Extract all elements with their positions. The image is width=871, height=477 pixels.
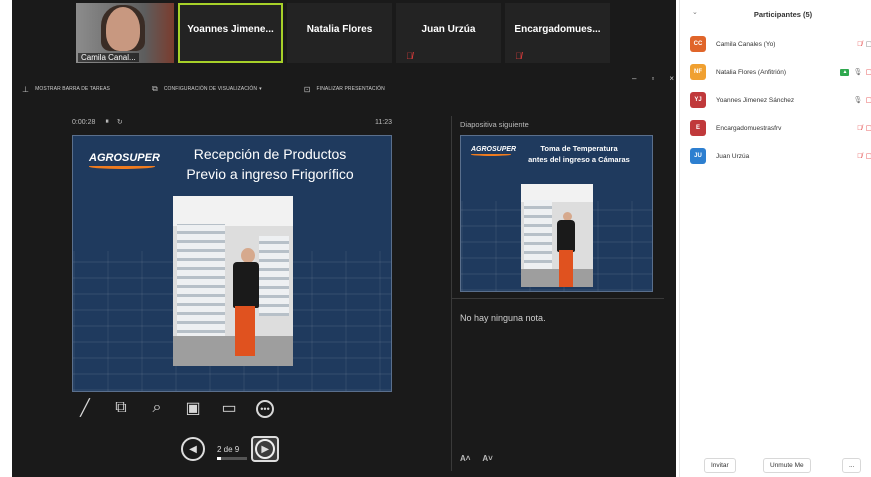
timer-row: 0:00:28 ⏸ ↻ 11:23 bbox=[72, 118, 392, 126]
avatar: YJ bbox=[690, 92, 706, 108]
video-tile-name: Natalia Flores bbox=[306, 23, 373, 35]
video-off-icon[interactable]: ▢ bbox=[865, 40, 871, 48]
video-tile-speaker[interactable]: Yoannes Jimene... bbox=[178, 3, 283, 63]
mic-icon[interactable]: 🎙 bbox=[853, 96, 862, 104]
video-off-icon[interactable]: ▢ bbox=[865, 152, 871, 160]
increase-font-icon[interactable]: A˄ bbox=[460, 454, 470, 463]
next-slide-title: Toma de Temperatura antes del ingreso a … bbox=[528, 144, 630, 164]
participant-name: Juan Urzúa bbox=[716, 152, 750, 160]
end-presentation-button[interactable]: ⊡ FINALIZAR PRESENTACIÓN bbox=[304, 85, 385, 94]
slide-tools: ╱ ⧉ ⌕ ▣ ▭ ••• bbox=[74, 398, 290, 418]
current-slide: AGROSUPER Recepción de Productos Previo … bbox=[72, 135, 392, 392]
next-slide-photo bbox=[521, 184, 593, 287]
video-tile-name: Camila Canal... bbox=[78, 53, 139, 62]
notes-font-size-controls: A˄ A˅ bbox=[460, 454, 503, 463]
taskbar-icon: ⊥ bbox=[22, 84, 30, 94]
participant-name: Encargadomuestrasfrv bbox=[716, 124, 782, 132]
video-tile-name: Encargadomues... bbox=[514, 23, 601, 35]
mic-off-icon: 🎙̸ bbox=[406, 51, 413, 61]
show-taskbar-button[interactable]: ⊥ MOSTRAR BARRA DE TAREAS bbox=[22, 85, 110, 94]
participants-title: Participantes (5) bbox=[753, 10, 813, 19]
video-off-icon[interactable]: ▢ bbox=[865, 124, 871, 132]
participant-row[interactable]: CC Camila Canales (Yo) 🎙̸ ▢ bbox=[690, 35, 871, 53]
next-slide-preview[interactable]: AGROSUPER Toma de Temperatura antes del … bbox=[460, 135, 653, 292]
participants-panel: ⌄ Participantes (5) CC Camila Canales (Y… bbox=[679, 0, 871, 477]
slide-pager: ◀ 2 de 9 ▶ bbox=[181, 436, 280, 462]
chevron-down-icon[interactable]: ⌄ bbox=[692, 8, 698, 16]
zoom-icon[interactable]: ⌕ bbox=[146, 399, 168, 417]
participant-row[interactable]: YJ Yoannes Jimenez Sánchez 🎙 ▢ bbox=[690, 91, 871, 109]
agrosuper-logo: AGROSUPER bbox=[89, 152, 160, 169]
clock: 11:23 bbox=[375, 118, 392, 126]
video-tile-name: Yoannes Jimene... bbox=[187, 23, 274, 35]
more-button[interactable]: ... bbox=[842, 458, 862, 473]
video-off-icon[interactable]: ▢ bbox=[865, 68, 871, 76]
previous-slide-button[interactable]: ◀ bbox=[181, 437, 205, 461]
video-tile[interactable]: Natalia Flores bbox=[287, 3, 392, 63]
avatar: CC bbox=[690, 36, 706, 52]
video-tile[interactable]: Encargadomues... 🎙̸ bbox=[505, 3, 610, 63]
participant-name: Natalia Flores (Anfitrión) bbox=[716, 68, 787, 76]
presenter-toolbar: ⊥ MOSTRAR BARRA DE TAREAS ⧉ CONFIGURACIÓ… bbox=[22, 80, 672, 98]
participant-row[interactable]: E Encargadomuestrasfrv 🎙̸ ▢ bbox=[690, 119, 871, 137]
next-slide-label: Diapositiva siguiente bbox=[460, 120, 529, 129]
unmute-me-button[interactable]: Unmute Me bbox=[763, 458, 811, 473]
next-slide-button[interactable]: ▶ bbox=[251, 436, 280, 462]
video-tile-name: Juan Urzúa bbox=[421, 23, 476, 35]
decrease-font-icon[interactable]: A˅ bbox=[482, 454, 492, 463]
chevron-down-icon: ▾ bbox=[259, 86, 262, 92]
avatar: JU bbox=[690, 148, 706, 164]
participant-name: Camila Canales (Yo) bbox=[716, 40, 776, 48]
video-tile-self[interactable]: Camila Canal... bbox=[76, 3, 174, 63]
screen: Camila Canal... Yoannes Jimene... Natali… bbox=[0, 0, 871, 477]
pen-icon[interactable]: ╱ bbox=[74, 398, 96, 418]
video-tile[interactable]: Juan Urzúa 🎙̸ bbox=[396, 3, 501, 63]
speaker-notes[interactable]: No hay ninguna nota. bbox=[460, 313, 546, 323]
more-options-icon[interactable]: ••• bbox=[254, 399, 276, 418]
video-strip: Camila Canal... Yoannes Jimene... Natali… bbox=[76, 3, 614, 63]
pause-icon[interactable]: ⏸ bbox=[105, 118, 109, 126]
play-icon: ▶ bbox=[255, 439, 276, 459]
avatar: NF bbox=[690, 64, 706, 80]
screen-share-icon: ▲ bbox=[840, 68, 850, 76]
participant-name: Yoannes Jimenez Sánchez bbox=[716, 96, 795, 104]
mic-off-icon[interactable]: 🎙̸ bbox=[857, 41, 862, 48]
see-all-slides-icon[interactable]: ⧉ bbox=[110, 399, 132, 417]
end-show-icon: ⊡ bbox=[303, 84, 311, 94]
warehouse-photo bbox=[173, 196, 293, 366]
invite-button[interactable]: Invitar bbox=[704, 458, 736, 473]
participant-face bbox=[106, 7, 140, 51]
subtitles-icon[interactable]: ▭ bbox=[218, 398, 240, 418]
video-off-icon[interactable]: ▢ bbox=[865, 96, 871, 104]
page-indicator: 2 de 9 bbox=[217, 445, 247, 460]
mic-off-icon[interactable]: 🎙̸ bbox=[857, 153, 862, 160]
avatar: E bbox=[690, 120, 706, 136]
black-screen-icon[interactable]: ▣ bbox=[182, 398, 204, 418]
participant-row[interactable]: JU Juan Urzúa 🎙̸ ▢ bbox=[690, 147, 871, 165]
mic-icon[interactable]: 🎙 bbox=[853, 68, 862, 76]
display-settings-button[interactable]: ⧉ CONFIGURACIÓN DE VISUALIZACIÓN ▾ bbox=[152, 84, 262, 94]
mic-off-icon: 🎙̸ bbox=[515, 51, 522, 61]
agrosuper-logo: AGROSUPER bbox=[471, 146, 516, 156]
slide-title: Recepción de Productos Previo a ingreso … bbox=[186, 146, 354, 182]
monitor-icon: ⧉ bbox=[152, 84, 158, 93]
mic-off-icon[interactable]: 🎙̸ bbox=[857, 125, 862, 132]
zoom-meeting-area: Camila Canal... Yoannes Jimene... Natali… bbox=[12, 0, 676, 477]
restart-icon[interactable]: ↻ bbox=[117, 118, 123, 126]
elapsed-time: 0:00:28 bbox=[72, 118, 96, 126]
participant-row[interactable]: NF Natalia Flores (Anfitrión) ▲ 🎙 ▢ bbox=[690, 63, 871, 81]
